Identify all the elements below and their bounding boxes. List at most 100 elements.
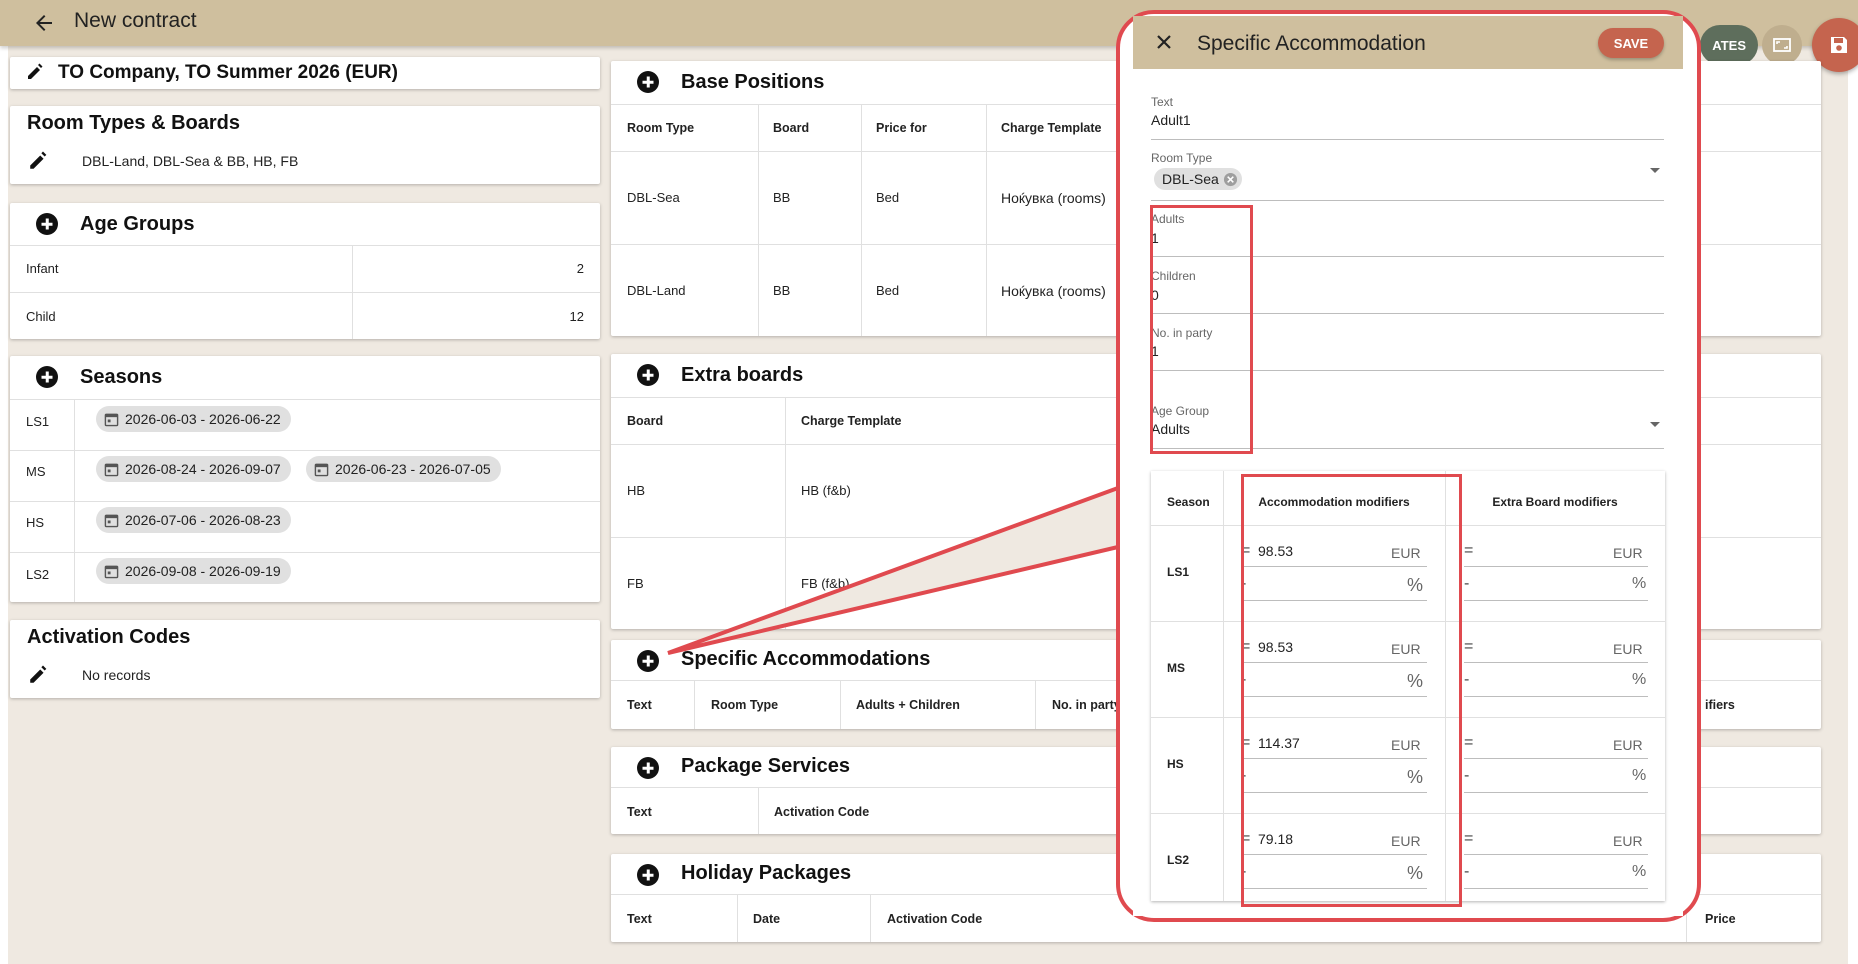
season-date-range: 2026-06-03 - 2026-06-22 <box>125 411 281 427</box>
accommodation-amount-input[interactable]: 114.37 <box>1258 735 1300 751</box>
season-date-chip[interactable]: 2026-08-24 - 2026-09-07 <box>96 456 291 482</box>
minus-sign: - <box>1241 863 1247 880</box>
season-name: LS1 <box>26 414 50 429</box>
accommodation-amount-input[interactable]: 79.18 <box>1258 831 1293 847</box>
calendar-icon <box>104 565 119 578</box>
adults-field[interactable]: 1 <box>1151 230 1159 246</box>
column-header: Charge Template <box>1001 121 1102 135</box>
minus-sign: - <box>1241 575 1247 592</box>
table-cell: Bed <box>876 283 900 298</box>
extra-board-percent-input[interactable]: % <box>1632 863 1646 881</box>
floppy-disk-icon <box>1831 37 1847 53</box>
table-cell: Bed <box>876 190 900 205</box>
edit-pencil-icon[interactable] <box>26 63 48 85</box>
table-cell: DBL-Sea <box>627 190 680 205</box>
equals-sign: = <box>1464 734 1474 751</box>
extra-board-percent-input[interactable]: % <box>1632 767 1646 785</box>
children-label: Children <box>1151 269 1196 283</box>
table-cell: HB <box>627 483 646 498</box>
season-date-chip[interactable]: 2026-07-06 - 2026-08-23 <box>96 507 291 533</box>
add-package-service-button[interactable] <box>637 757 659 779</box>
calendar-icon <box>104 463 119 476</box>
accommodation-percent-input[interactable]: % <box>1407 863 1423 884</box>
holiday-packages-title: Holiday Packages <box>681 862 852 884</box>
currency-suffix: EUR <box>1391 641 1421 657</box>
edit-pencil-icon[interactable] <box>28 665 50 687</box>
chip-remove-icon[interactable] <box>1223 172 1238 187</box>
calendar-icon <box>104 514 119 527</box>
package-services-title: Package Services <box>681 755 851 777</box>
activation-codes-card: Activation Codes No records <box>10 620 600 698</box>
table-cell: FB <box>627 576 644 591</box>
currency-suffix[interactable]: EUR <box>1613 641 1643 657</box>
add-specific-accommodation-button[interactable] <box>637 650 659 672</box>
add-base-position-button[interactable] <box>637 71 659 93</box>
equals-sign: = <box>1464 830 1474 847</box>
currency-suffix: EUR <box>1391 737 1421 753</box>
edit-pencil-icon[interactable] <box>28 151 50 173</box>
minus-sign: - <box>1464 863 1470 880</box>
column-header: Accommodation modifiers <box>1258 495 1410 509</box>
season-date-chip[interactable]: 2026-06-03 - 2026-06-22 <box>96 406 291 432</box>
equals-sign: = <box>1464 542 1474 559</box>
season-date-range: 2026-09-08 - 2026-09-19 <box>125 563 281 579</box>
specific-accommodations-title: Specific Accommodations <box>681 648 931 670</box>
season-date-chip[interactable]: 2026-09-08 - 2026-09-19 <box>96 558 291 584</box>
room-type-chip[interactable]: DBL-Sea <box>1154 168 1242 190</box>
seasons-title: Seasons <box>80 366 163 388</box>
extra-board-percent-input[interactable]: % <box>1632 575 1646 593</box>
column-header: Activation Code <box>887 912 983 926</box>
accommodation-amount-input[interactable]: 98.53 <box>1258 543 1293 559</box>
equals-sign: = <box>1241 542 1251 559</box>
equals-sign: = <box>1241 734 1251 751</box>
accommodation-percent-input[interactable]: % <box>1407 575 1423 596</box>
add-age-group-button[interactable] <box>36 213 58 235</box>
column-header: Season <box>1167 495 1210 509</box>
age-group-dropdown-arrow[interactable] <box>1650 422 1660 427</box>
accommodation-percent-input[interactable]: % <box>1407 767 1423 788</box>
room-type-chip-label: DBL-Sea <box>1162 171 1219 187</box>
column-header: Charge Template <box>801 414 902 428</box>
extra-board-percent-input[interactable]: % <box>1632 671 1646 689</box>
minus-sign: - <box>1464 671 1470 688</box>
column-header: No. in party <box>1052 698 1121 712</box>
text-field[interactable]: Adult1 <box>1151 112 1191 128</box>
fullscreen-button[interactable] <box>1762 25 1802 65</box>
aspect-ratio-icon <box>1773 38 1791 52</box>
back-arrow-icon[interactable] <box>30 9 58 37</box>
table-cell: Ноќувка (rooms) <box>1001 190 1106 206</box>
season-date-chip[interactable]: 2026-06-23 - 2026-07-05 <box>306 456 501 482</box>
currency-suffix[interactable]: EUR <box>1613 737 1643 753</box>
equals-sign: = <box>1241 638 1251 655</box>
save-button[interactable]: SAVE <box>1598 28 1664 58</box>
column-header: Text <box>627 698 652 712</box>
page: New contract ATES TO Company, TO Summer … <box>0 0 1858 964</box>
column-header: Extra Board modifiers <box>1492 495 1618 509</box>
rates-button[interactable]: ATES <box>1700 25 1758 65</box>
activation-codes-empty: No records <box>82 667 151 683</box>
adults-label: Adults <box>1151 212 1185 226</box>
add-season-button[interactable] <box>36 366 58 388</box>
rates-button-label: ATES <box>1712 37 1746 53</box>
column-header: Price <box>1705 912 1736 926</box>
room-types-value: DBL-Land, DBL-Sea & BB, HB, FB <box>82 153 299 169</box>
accommodation-amount-input[interactable]: 98.53 <box>1258 639 1293 655</box>
accommodation-percent-input[interactable]: % <box>1407 671 1423 692</box>
age-group-select[interactable]: Adults <box>1151 421 1190 437</box>
season-cell: LS2 <box>1167 853 1190 867</box>
base-positions-title: Base Positions <box>681 71 825 93</box>
currency-suffix: EUR <box>1391 545 1421 561</box>
minus-sign: - <box>1241 671 1247 688</box>
add-extra-board-button[interactable] <box>637 364 659 386</box>
children-field[interactable]: 0 <box>1151 287 1159 303</box>
currency-suffix[interactable]: EUR <box>1613 545 1643 561</box>
column-header: ifiers <box>1705 698 1735 712</box>
add-holiday-package-button[interactable] <box>637 864 659 886</box>
close-icon[interactable] <box>1153 31 1177 55</box>
currency-suffix[interactable]: EUR <box>1613 833 1643 849</box>
room-type-dropdown-arrow[interactable] <box>1650 168 1660 173</box>
table-cell: Ноќувка (rooms) <box>1001 283 1106 299</box>
minus-sign: - <box>1464 575 1470 592</box>
season-date-range: 2026-08-24 - 2026-09-07 <box>125 461 281 477</box>
party-field[interactable]: 1 <box>1151 343 1159 359</box>
